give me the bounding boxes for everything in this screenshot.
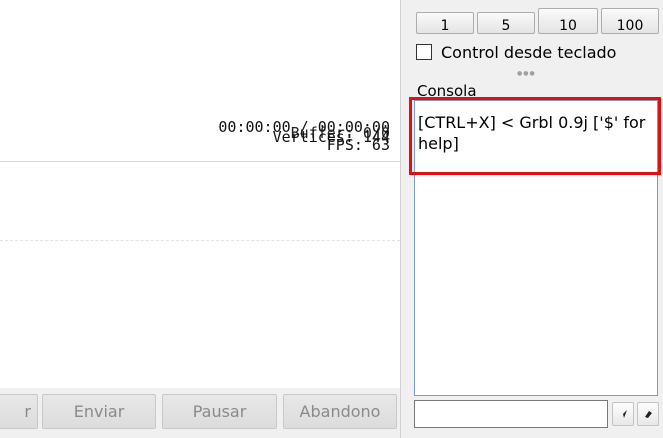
abort-button[interactable]: Abandono [283,394,397,429]
highlight-box [409,97,661,175]
clear-console-button[interactable] [637,402,659,426]
grid-line [0,240,400,241]
splitter-handle[interactable]: ●●● [517,70,536,77]
command-input[interactable] [414,400,608,428]
clear-icon [645,411,652,418]
send-command-button[interactable] [612,402,634,426]
jog-step-10-button[interactable]: 10 [538,8,598,34]
jog-step-100-button[interactable]: 100 [601,8,659,34]
gcode-visualizer[interactable]: 00:00:00 / 00:00:00 Buffer: 0/0 Vertices… [0,0,400,388]
pause-button[interactable]: Pausar [162,394,277,429]
fps-readout: FPS: 63 [326,136,390,154]
partial-button[interactable]: r [0,394,38,429]
jog-step-5-button[interactable]: 5 [477,12,535,34]
keyboard-control-label: Control desde teclado [441,43,617,62]
keyboard-control-checkbox[interactable] [416,44,432,60]
panel-divider [0,161,400,162]
send-button[interactable]: Enviar [42,394,156,429]
jog-step-1-button[interactable]: 1 [416,12,474,34]
send-arrow-icon [619,410,627,418]
